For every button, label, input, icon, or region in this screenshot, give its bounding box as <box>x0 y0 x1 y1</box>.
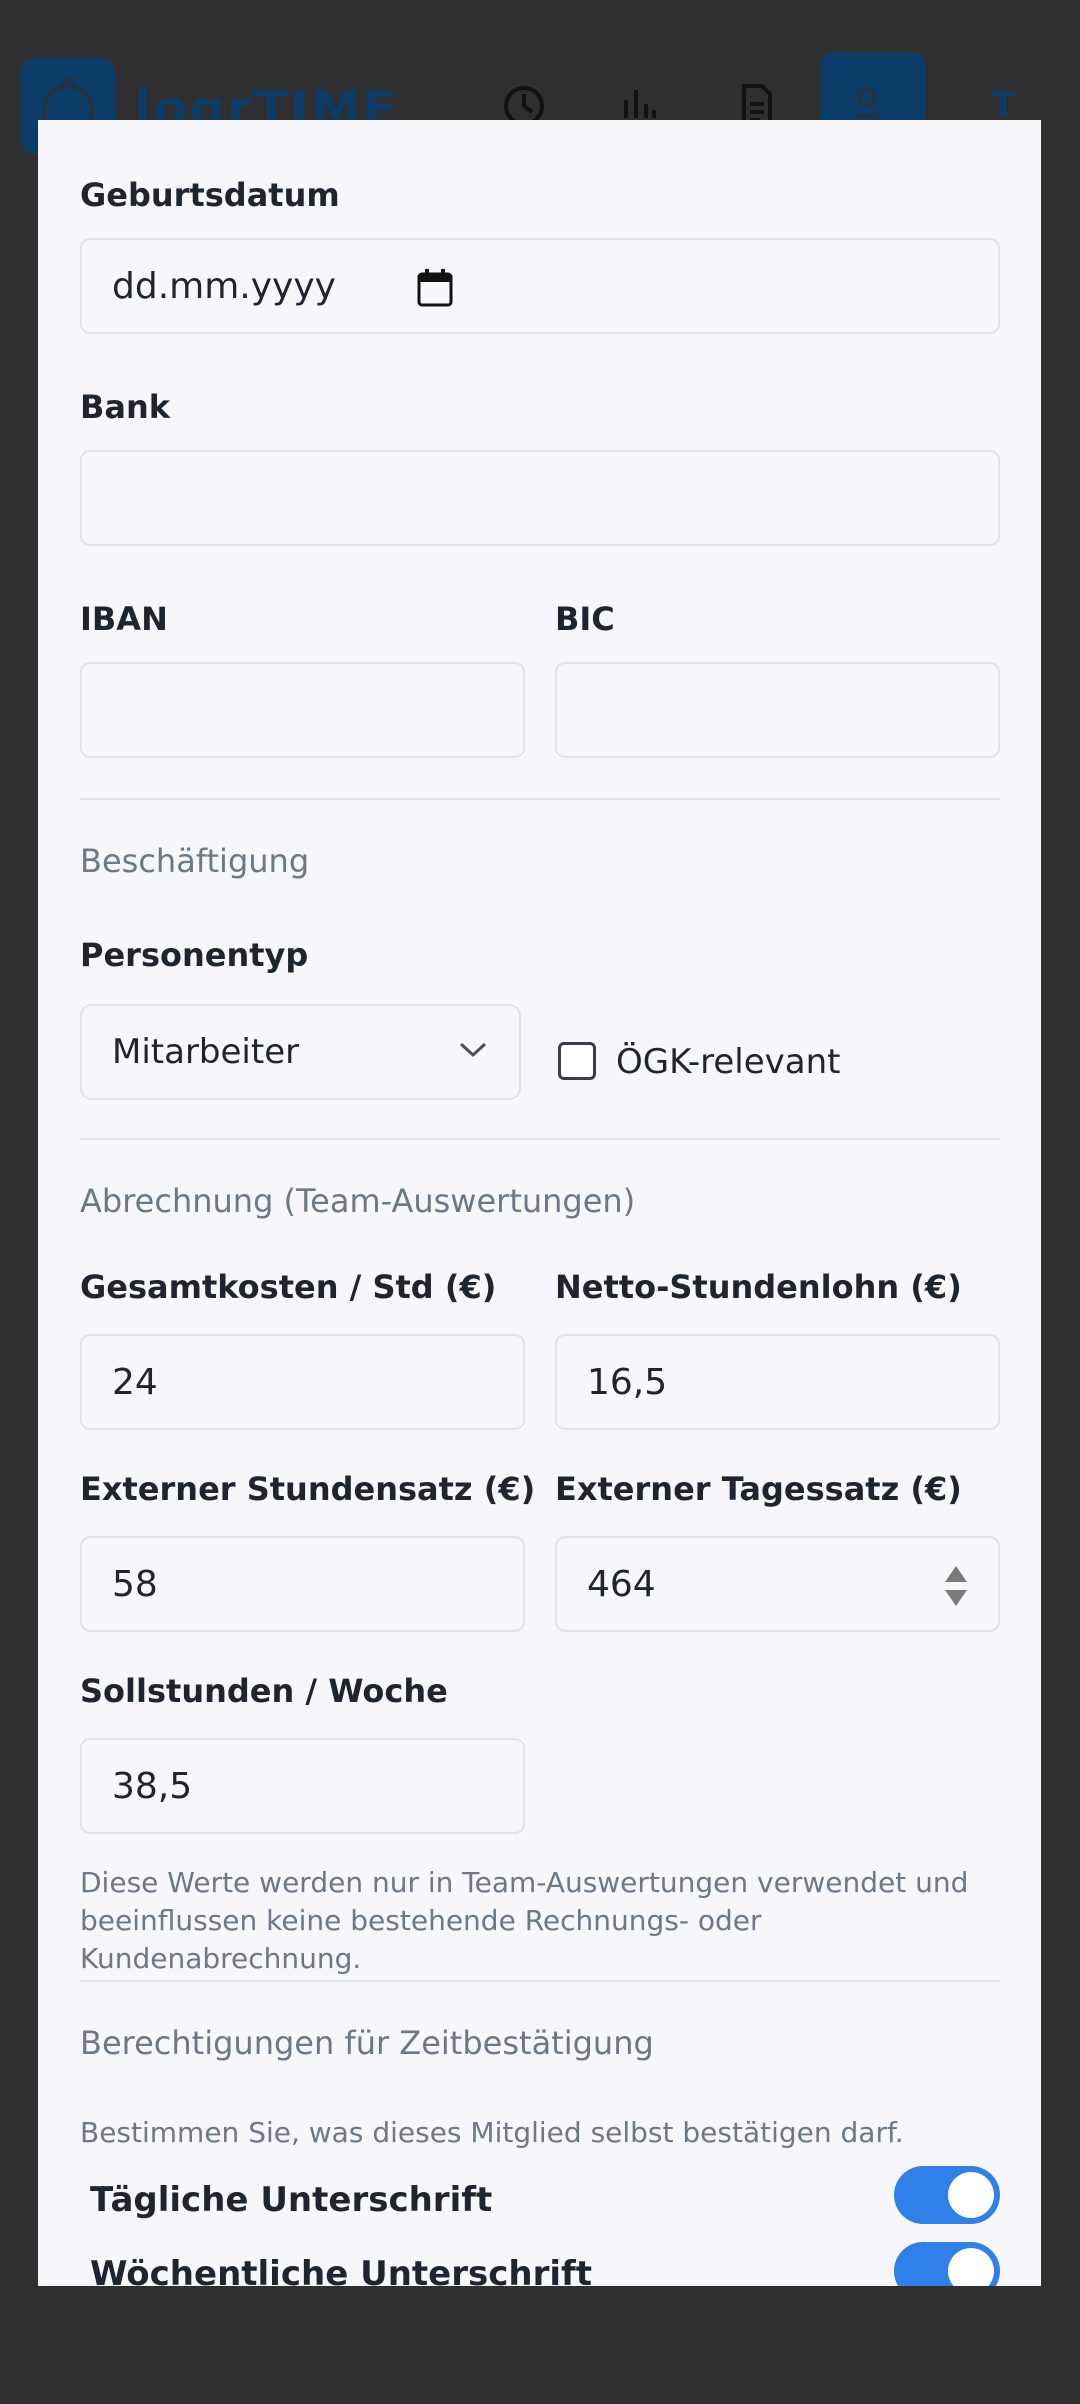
bic-input[interactable] <box>555 662 1000 758</box>
toggle-knob <box>948 2248 994 2286</box>
net-wage-value: 16,5 <box>587 1361 668 1403</box>
calendar-icon[interactable] <box>416 268 454 308</box>
net-wage-label: Netto-Stundenlohn (€) <box>555 1268 962 1306</box>
billing-section-title: Abrechnung (Team-Auswertungen) <box>80 1182 636 1220</box>
bank-label: Bank <box>80 388 171 426</box>
oegk-label: ÖGK-relevant <box>616 1042 841 1082</box>
birthdate-label: Geburtsdatum <box>80 176 340 214</box>
ext-daily-value: 464 <box>587 1563 656 1605</box>
spinner-icon[interactable] <box>943 1564 969 1608</box>
birthdate-value: dd.mm.yyyy <box>112 265 336 307</box>
ext-daily-label: Externer Tagessatz (€) <box>555 1470 962 1508</box>
person-type-value: Mitarbeiter <box>112 1032 300 1072</box>
divider <box>80 798 1000 800</box>
total-cost-label: Gesamtkosten / Std (€) <box>80 1268 497 1306</box>
permissions-helper-text: Bestimmen Sie, was dieses Mitglied selbs… <box>80 2116 904 2149</box>
ext-hourly-input[interactable]: 58 <box>80 1536 525 1632</box>
iban-input[interactable] <box>80 662 525 758</box>
total-cost-input[interactable]: 24 <box>80 1334 525 1430</box>
permissions-section-title: Berechtigungen für Zeitbestätigung <box>80 2024 654 2062</box>
member-edit-modal: Geburtsdatum dd.mm.yyyy Bank IBAN BIC Be… <box>38 120 1041 2286</box>
ext-daily-input[interactable]: 464 <box>555 1536 1000 1632</box>
daily-signature-label: Tägliche Unterschrift <box>90 2180 493 2220</box>
toggle-knob <box>948 2172 994 2218</box>
target-hours-input[interactable]: 38,5 <box>80 1738 525 1834</box>
bic-label: BIC <box>555 600 615 638</box>
employment-section-title: Beschäftigung <box>80 842 310 880</box>
iban-label: IBAN <box>80 600 168 638</box>
chevron-down-icon <box>459 1042 487 1058</box>
birthdate-input[interactable]: dd.mm.yyyy <box>80 238 1000 334</box>
ext-hourly-value: 58 <box>112 1563 158 1605</box>
divider <box>80 1980 1000 1982</box>
billing-helper-text: Diese Werte werden nur in Team-Auswertun… <box>80 1866 969 1975</box>
person-type-select[interactable]: Mitarbeiter <box>80 1004 521 1100</box>
oegk-checkbox[interactable] <box>558 1042 596 1080</box>
weekly-signature-label: Wöchentliche Unterschrift <box>90 2254 593 2286</box>
weekly-signature-toggle[interactable] <box>894 2242 1000 2286</box>
total-cost-value: 24 <box>112 1361 158 1403</box>
person-type-label: Personentyp <box>80 936 309 974</box>
bank-input[interactable] <box>80 450 1000 546</box>
target-hours-value: 38,5 <box>112 1765 193 1807</box>
target-hours-label: Sollstunden / Woche <box>80 1672 448 1710</box>
daily-signature-toggle[interactable] <box>894 2166 1000 2224</box>
divider <box>80 1138 1000 1140</box>
net-wage-input[interactable]: 16,5 <box>555 1334 1000 1430</box>
ext-hourly-label: Externer Stundensatz (€) <box>80 1470 536 1508</box>
